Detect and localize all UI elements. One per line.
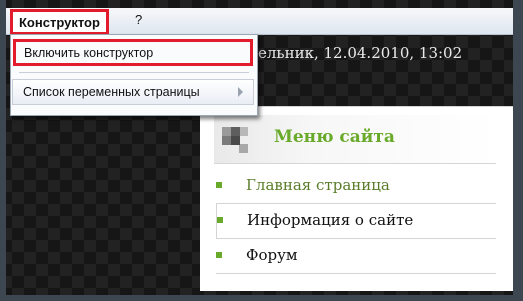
- bullet-icon: [216, 252, 222, 258]
- site-menu-item-info[interactable]: Информация о сайте: [216, 204, 496, 239]
- menu-constructor[interactable]: Конструктор: [10, 9, 109, 35]
- site-menu-header: Меню сайта: [214, 115, 496, 164]
- menu-item-enable-constructor[interactable]: Включить конструктор: [13, 39, 253, 66]
- site-menu-item-forum[interactable]: Форум: [216, 239, 496, 274]
- menu-item-page-variables-label: Список переменных страницы: [23, 85, 200, 99]
- site-menu-link-info[interactable]: Информация о сайте: [247, 211, 413, 229]
- pixel-logo-icon: [222, 127, 248, 153]
- date-time-text: ельник, 12.04.2010, 13:02: [258, 44, 463, 62]
- menu-separator: [19, 72, 249, 73]
- bullet-icon: [217, 217, 223, 223]
- site-menu-panel: Меню сайта Главная страница Информация о…: [200, 106, 513, 291]
- constructor-dropdown-menu: Включить конструктор Список переменных с…: [10, 34, 258, 116]
- menu-help[interactable]: ?: [135, 12, 142, 27]
- bullet-icon: [216, 182, 222, 188]
- site-menu-link-forum[interactable]: Форум: [246, 246, 298, 264]
- top-menubar: Конструктор ?: [6, 8, 513, 35]
- chevron-right-icon: [238, 87, 243, 97]
- site-menu-item-home[interactable]: Главная страница: [216, 169, 496, 204]
- site-menu-list: Главная страница Информация о сайте Фору…: [216, 169, 496, 274]
- site-menu-link-home[interactable]: Главная страница: [246, 176, 390, 194]
- menu-item-page-variables[interactable]: Список переменных страницы: [12, 79, 254, 105]
- site-menu-title: Меню сайта: [274, 127, 395, 147]
